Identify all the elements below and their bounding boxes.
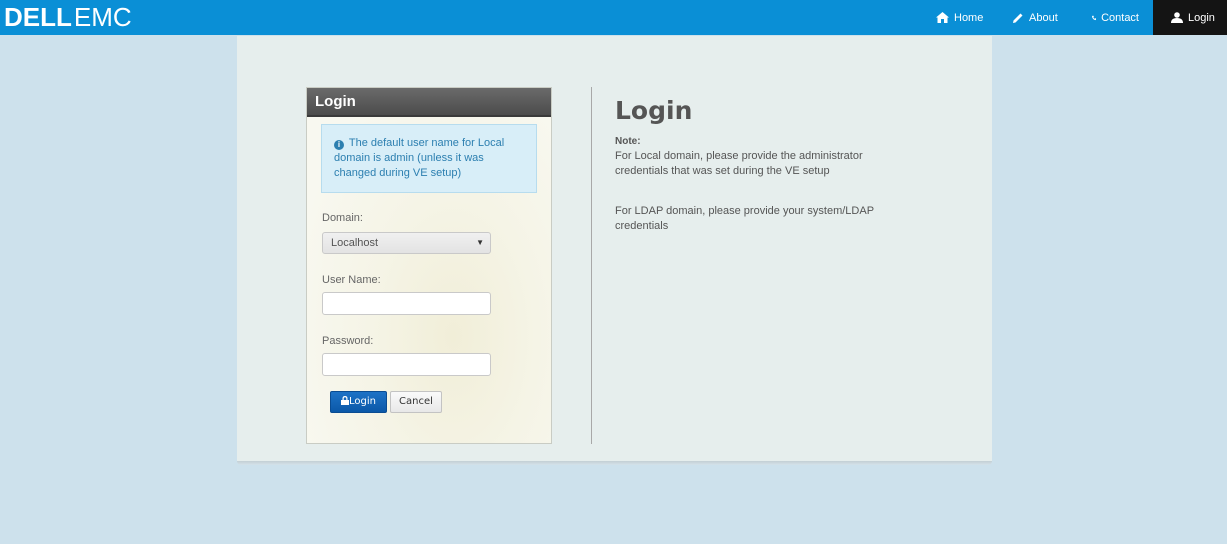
login-button[interactable]: Login: [330, 391, 387, 413]
info-alert-text: The default user name for Local domain i…: [334, 137, 505, 179]
nav-about[interactable]: About: [998, 0, 1078, 35]
domain-label: Domain:: [322, 212, 363, 224]
logo-emc: EMC: [73, 1, 132, 32]
nav-home[interactable]: Home: [922, 0, 998, 35]
password-input[interactable]: [322, 353, 491, 376]
panel-bottom-edge: [237, 461, 992, 465]
login-form-title: Login: [307, 88, 551, 117]
vertical-divider: [591, 87, 592, 444]
domain-select-value: Localhost: [331, 237, 379, 249]
ldap-domain-note: For LDAP domain, please provide your sys…: [615, 205, 874, 232]
home-icon: [936, 12, 949, 23]
dell-emc-logo[interactable]: DELL EMC: [4, 2, 132, 32]
phone-icon: [1092, 15, 1097, 20]
page-title: Login: [615, 96, 693, 125]
info-alert: i The default user name for Local domain…: [321, 124, 537, 193]
nav-login-label: Login: [1188, 11, 1215, 24]
nav-about-label: About: [1029, 11, 1058, 24]
username-input[interactable]: [322, 292, 491, 315]
logo-dell: DELL: [4, 1, 72, 32]
top-navbar: DELL EMC Home About Contact Login: [0, 0, 1227, 35]
domain-select[interactable]: Localhost ▼: [322, 232, 491, 254]
nav-login[interactable]: Login: [1153, 0, 1227, 35]
user-icon: [1171, 12, 1183, 23]
info-icon: i: [334, 140, 344, 150]
nav-contact-label: Contact: [1101, 11, 1139, 24]
cancel-button[interactable]: Cancel: [390, 391, 442, 413]
chevron-down-icon: ▼: [476, 238, 484, 247]
local-domain-note: For Local domain, please provide the adm…: [615, 150, 863, 177]
nav-home-label: Home: [954, 11, 984, 24]
username-label: User Name:: [322, 274, 381, 286]
note-label: Note:: [615, 136, 641, 147]
password-label: Password:: [322, 335, 374, 347]
nav-contact[interactable]: Contact: [1078, 0, 1153, 35]
lock-icon: [341, 396, 349, 405]
pencil-icon: [1013, 13, 1023, 23]
login-form: Login i The default user name for Local …: [306, 87, 552, 444]
login-button-label: Login: [349, 396, 376, 407]
main-nav: Home About Contact Login: [922, 0, 1227, 35]
